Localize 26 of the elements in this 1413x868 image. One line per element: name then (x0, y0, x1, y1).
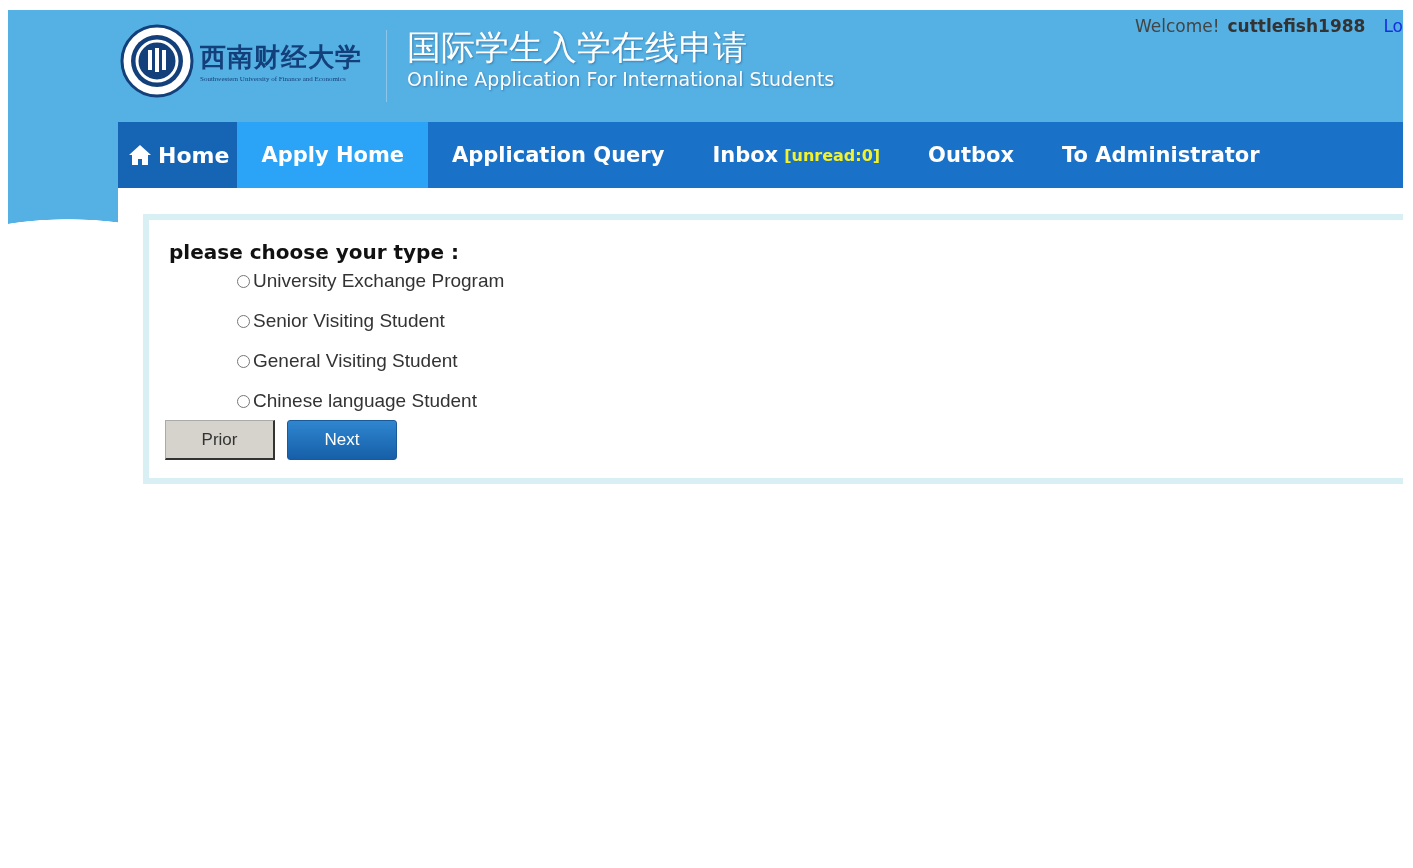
nav-tab[interactable]: Application Query (428, 122, 689, 188)
form-prompt: please choose your type : (169, 240, 460, 264)
welcome-text: Welcome! (1134, 16, 1220, 36)
option-label[interactable]: Senior Visiting Student (253, 310, 445, 332)
logout-link[interactable]: Lo (1383, 16, 1403, 36)
option-label[interactable]: General Visiting Student (253, 350, 458, 372)
radio-button[interactable] (237, 394, 250, 408)
nav-tab[interactable]: Apply Home (237, 122, 429, 188)
university-seal-icon (120, 24, 194, 98)
radio-button[interactable] (237, 314, 250, 328)
username: cuttlefish1988 (1227, 16, 1366, 36)
site-subtitle: Online Application For International Students (407, 68, 835, 90)
home-tab[interactable]: Home (118, 122, 238, 188)
unread-count: [unread:0] (784, 145, 881, 165)
radio-button[interactable] (237, 354, 250, 368)
option-label[interactable]: Chinese language Student (253, 390, 477, 412)
option-label[interactable]: University Exchange Program (253, 270, 505, 292)
nav-tab[interactable]: Outbox (904, 122, 1038, 188)
next-button[interactable]: Next (287, 420, 397, 460)
prior-button[interactable]: Prior (165, 420, 275, 460)
house-icon (128, 144, 152, 166)
radio-button[interactable] (237, 274, 250, 288)
nav-tab[interactable]: Inbox [unread:0] (688, 122, 905, 188)
site-title: 国际学生入学在线申请 (407, 26, 748, 68)
university-name: 西南财经大学 (200, 40, 362, 74)
nav-tab[interactable]: To Administrator (1037, 122, 1284, 188)
